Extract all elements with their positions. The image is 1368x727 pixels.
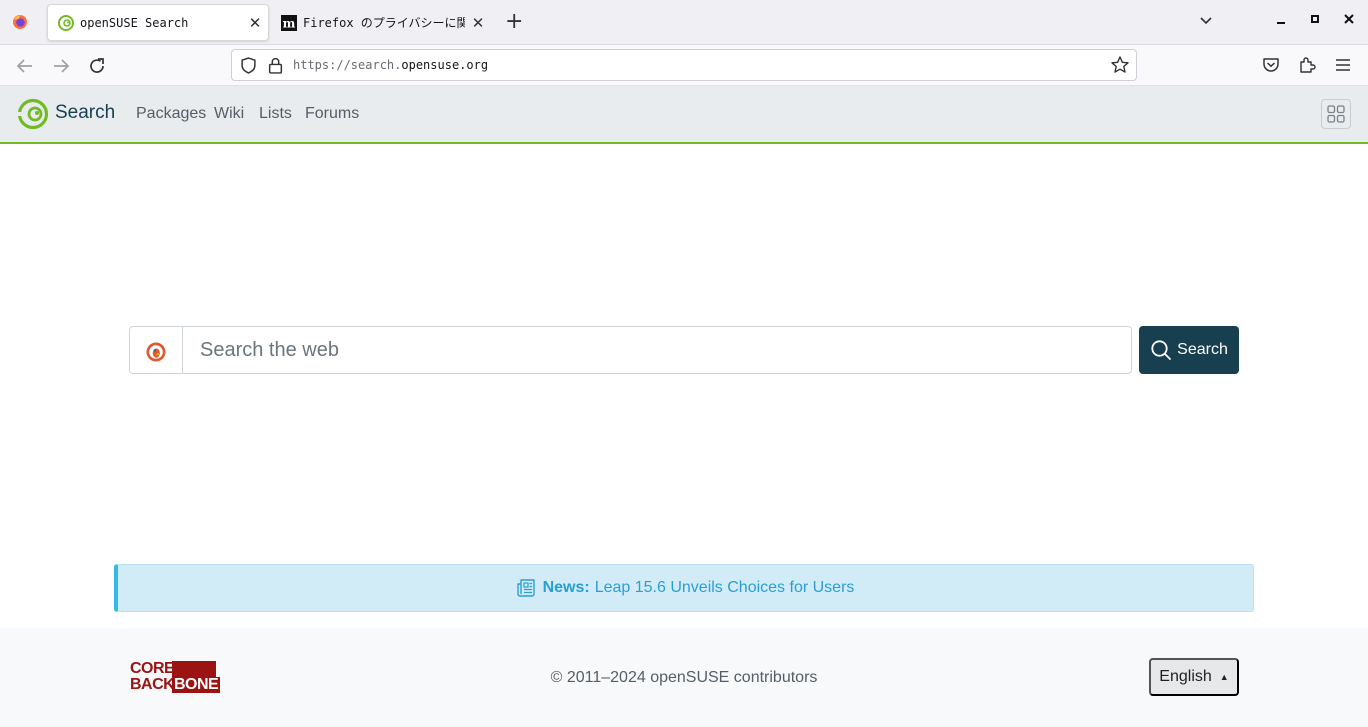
site-brand-title[interactable]: Search <box>55 102 115 124</box>
newspaper-icon <box>516 579 535 597</box>
maximize-window-icon[interactable] <box>1308 12 1322 26</box>
search-input[interactable] <box>184 327 1130 373</box>
search-input-group <box>129 326 1132 374</box>
nav-link-packages[interactable]: Packages <box>136 105 206 123</box>
lock-icon[interactable] <box>268 57 283 74</box>
hamburger-menu-icon[interactable] <box>1334 56 1352 74</box>
extensions-puzzle-icon[interactable] <box>1298 56 1316 74</box>
url-text[interactable]: https://search.opensuse.org <box>293 58 488 72</box>
svg-text:m: m <box>283 16 296 30</box>
url-domain: opensuse.org <box>401 58 489 72</box>
forward-arrow-icon[interactable] <box>49 54 73 78</box>
browser-navigation-bar: https://search.opensuse.org <box>0 45 1368 86</box>
tracking-protection-shield-icon[interactable] <box>240 57 257 74</box>
site-header: Search Packages Wiki Lists Forums <box>0 86 1368 144</box>
reload-icon[interactable] <box>85 54 109 78</box>
opensuse-icon <box>58 14 74 31</box>
close-tab-icon[interactable]: ✕ <box>242 14 268 32</box>
duckduckgo-icon <box>146 342 166 362</box>
language-label: English <box>1159 668 1212 685</box>
url-prefix: https://search. <box>293 58 402 72</box>
minimize-window-icon[interactable] <box>1274 12 1288 26</box>
new-tab-button[interactable]: + <box>505 10 523 34</box>
magnifier-icon <box>1151 340 1172 360</box>
close-window-icon[interactable] <box>1342 12 1356 26</box>
news-label: News: <box>542 579 590 596</box>
apps-grid-button[interactable] <box>1321 99 1351 129</box>
language-selector-button[interactable]: English ▲ <box>1149 658 1239 696</box>
back-arrow-icon[interactable] <box>13 54 37 78</box>
tab-title: openSUSE Search <box>80 15 189 30</box>
site-footer: CORE BACKBONE © 2011–2024 openSUSE contr… <box>0 628 1368 727</box>
opensuse-logo-icon[interactable] <box>17 98 49 130</box>
nav-link-lists[interactable]: Lists <box>259 105 292 123</box>
tab-firefox-privacy[interactable]: m Firefox のプライバシーに関 ✕ <box>279 4 491 41</box>
bookmark-star-icon[interactable] <box>1110 55 1130 75</box>
browser-tab-bar: openSUSE Search ✕ m Firefox のプライバシーに関 ✕ … <box>0 0 1368 45</box>
mdn-icon: m <box>281 14 297 31</box>
search-button[interactable]: Search <box>1139 326 1239 374</box>
tab-opensuse-search[interactable]: openSUSE Search ✕ <box>47 4 269 41</box>
grid-icon <box>1327 105 1345 123</box>
close-tab-icon[interactable]: ✕ <box>465 14 491 32</box>
list-all-tabs-icon[interactable] <box>1198 12 1214 28</box>
search-button-label: Search <box>1177 341 1228 358</box>
pocket-icon[interactable] <box>1262 56 1280 74</box>
tab-title: Firefox のプライバシーに関 <box>303 16 465 30</box>
news-headline-link[interactable]: Leap 15.6 Unveils Choices for Users <box>595 579 855 597</box>
search-engine-addon <box>130 327 183 373</box>
address-bar[interactable]: https://search.opensuse.org <box>231 49 1137 81</box>
nav-link-wiki[interactable]: Wiki <box>214 105 244 123</box>
caret-up-icon: ▲ <box>1219 672 1229 682</box>
firefox-menu-icon[interactable] <box>12 14 28 30</box>
news-banner: News: Leap 15.6 Unveils Choices for User… <box>114 564 1254 612</box>
nav-link-forums[interactable]: Forums <box>305 105 359 123</box>
